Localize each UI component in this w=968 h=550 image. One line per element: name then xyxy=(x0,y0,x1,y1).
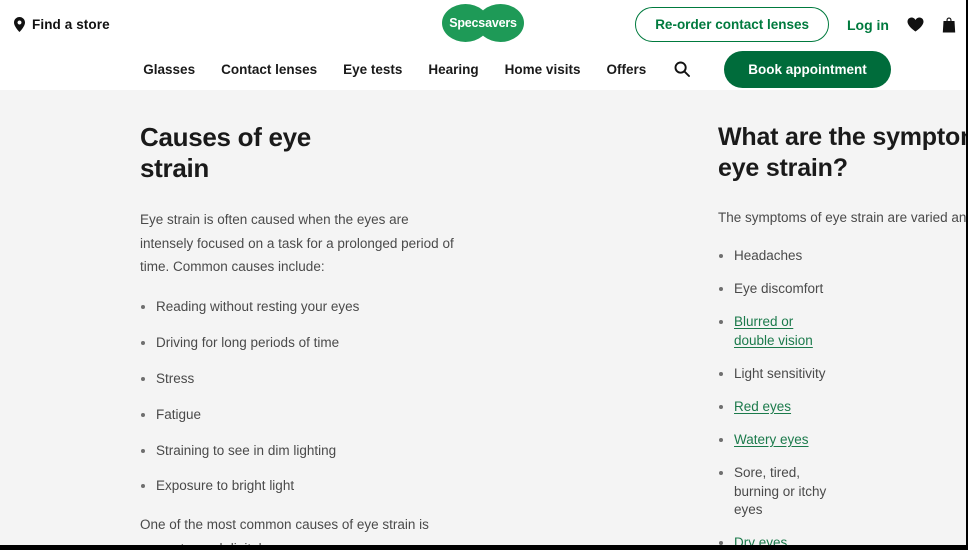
symptoms-heading: What are the symptoms of eye strain? xyxy=(718,123,966,183)
list-item-label: Fatigue xyxy=(156,406,202,422)
list-item: Stress xyxy=(140,370,360,389)
list-item: Straining to see in dim lighting xyxy=(140,442,360,461)
specsavers-logo[interactable]: Specsavers xyxy=(442,4,524,42)
nav-item-offers[interactable]: Offers xyxy=(606,62,646,77)
list-item: Headaches xyxy=(718,247,830,266)
list-item: Sore, tired, burning or itchy eyes xyxy=(718,464,830,521)
list-item: Dry eyes xyxy=(718,534,830,545)
nav-item-contact-lenses[interactable]: Contact lenses xyxy=(221,62,317,77)
list-item-label: Light sensitivity xyxy=(734,366,826,381)
find-a-store-label: Find a store xyxy=(32,16,110,32)
nav-item-home-visits[interactable]: Home visits xyxy=(505,62,581,77)
reorder-contact-lenses-button[interactable]: Re-order contact lenses xyxy=(635,7,829,42)
list-item-label: Eye discomfort xyxy=(734,281,824,297)
list-item: Eye discomfort xyxy=(718,280,830,299)
shopping-bag-icon[interactable] xyxy=(942,17,956,33)
main-content: Causes of eye strain Eye strain is often… xyxy=(0,90,966,545)
nav-item-hearing[interactable]: Hearing xyxy=(428,62,478,77)
list-item: Fatigue xyxy=(140,406,360,425)
main-navigation: Glasses Contact lenses Eye tests Hearing… xyxy=(0,48,966,90)
list-item-label: Driving for long periods of time xyxy=(156,334,340,350)
list-item-label: Sore, tired, burning or itchy eyes xyxy=(734,464,827,518)
book-appointment-button[interactable]: Book appointment xyxy=(724,50,891,88)
list-item-label: Headaches xyxy=(734,248,803,264)
symptom-link-dry-eyes[interactable]: Dry eyes xyxy=(734,535,787,545)
causes-column: Causes of eye strain Eye strain is often… xyxy=(0,122,454,545)
symptoms-column: What are the symptoms of eye strain? The… xyxy=(360,122,966,545)
find-a-store-link[interactable]: Find a store xyxy=(14,16,110,32)
list-item-label: Exposure to bright light xyxy=(156,478,295,494)
symptoms-intro-text: The symptoms of eye strain are varied an… xyxy=(718,209,967,225)
list-item: Exposure to bright light xyxy=(140,477,360,496)
logo-text: Specsavers xyxy=(449,16,517,30)
log-in-link[interactable]: Log in xyxy=(847,17,889,33)
page-root: Find a store Specsavers Re-order contact… xyxy=(0,0,968,550)
list-item: Watery eyes xyxy=(718,431,830,450)
causes-heading: Causes of eye strain xyxy=(140,122,311,184)
symptom-link-red-eyes[interactable]: Red eyes xyxy=(734,399,791,414)
list-item-label: Straining to see in dim lighting xyxy=(156,442,337,458)
symptoms-list: Headaches Eye discomfort Blurred or doub… xyxy=(718,247,830,545)
list-item: Driving for long periods of time xyxy=(140,334,360,353)
symptom-link-watery-eyes[interactable]: Watery eyes xyxy=(734,432,809,447)
list-item: Blurred or double vision xyxy=(718,313,830,351)
symptom-link-blurred-or-double-vision[interactable]: Blurred or double vision xyxy=(734,314,813,348)
location-pin-icon xyxy=(14,16,25,32)
nav-item-eye-tests[interactable]: Eye tests xyxy=(343,62,402,77)
header-utility-bar: Find a store Specsavers Re-order contact… xyxy=(0,0,966,48)
list-item-label: Reading without resting your eyes xyxy=(156,299,360,315)
list-item: Light sensitivity xyxy=(718,365,830,384)
search-icon[interactable] xyxy=(672,61,692,77)
heart-icon[interactable] xyxy=(907,17,924,32)
site-header: Find a store Specsavers Re-order contact… xyxy=(0,0,966,90)
list-item: Reading without resting your eyes xyxy=(140,298,360,317)
list-item-label: Stress xyxy=(156,370,195,386)
nav-item-glasses[interactable]: Glasses xyxy=(143,62,195,77)
header-actions: Re-order contact lenses Log in xyxy=(635,7,956,42)
causes-list: Reading without resting your eyes Drivin… xyxy=(140,298,360,496)
list-item: Red eyes xyxy=(718,398,830,417)
